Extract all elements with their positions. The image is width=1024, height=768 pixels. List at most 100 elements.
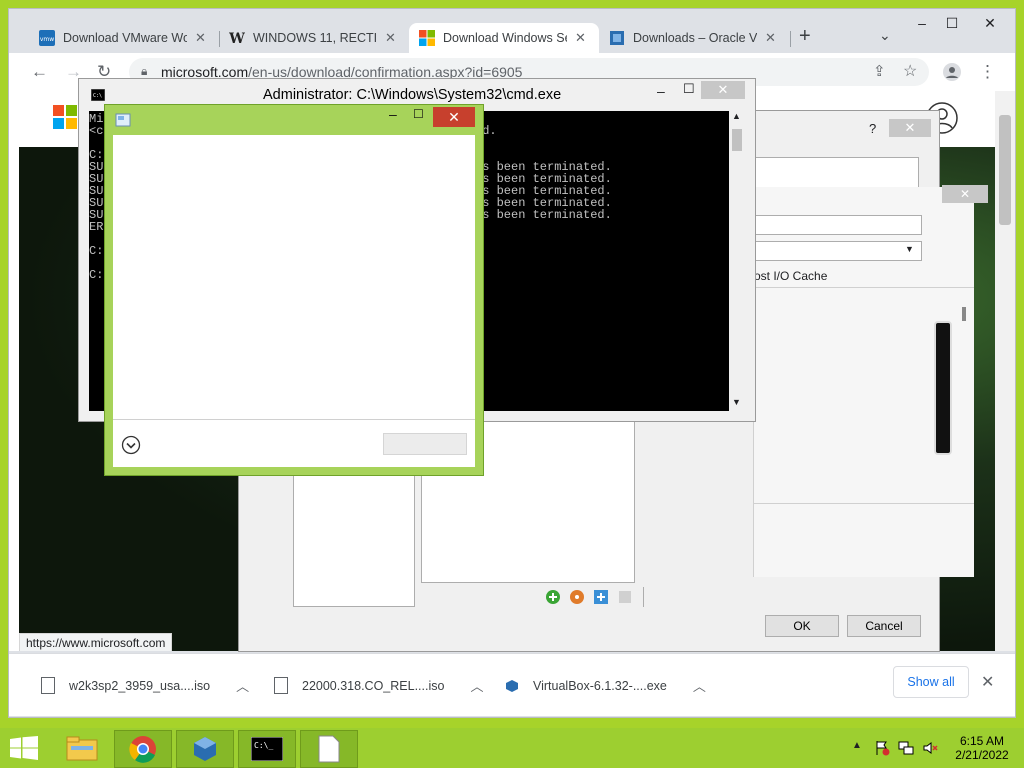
ok-button[interactable]: OK [765,615,839,637]
action-button[interactable] [383,433,467,455]
maximize-icon[interactable]: ☐ [937,13,967,33]
start-icon[interactable] [10,736,38,760]
vmware-icon: vmw [39,30,55,46]
minimize-icon[interactable]: – [657,83,665,99]
chevron-up-icon[interactable]: ︿ [693,676,706,695]
close-icon[interactable]: ✕ [575,30,586,46]
tab-title: Download VMware Wo [63,31,187,45]
svg-text:W: W [229,31,245,46]
add-disk-icon[interactable] [593,589,609,605]
remove-attachment-icon[interactable] [617,589,633,605]
action-center-flag-icon[interactable] [874,740,890,756]
clock-date: 2/21/2022 [955,748,1009,762]
volume-muted-icon[interactable] [922,740,938,756]
bookmark-star-icon[interactable]: ☆ [903,61,917,81]
chrome-taskbar-button[interactable] [114,730,172,768]
close-icon[interactable]: ✕ [433,107,475,127]
tab-windows11[interactable]: W WINDOWS 11, RECTIFIE ✕ [219,23,409,53]
preview-area [934,321,952,455]
tab-oracle-vm[interactable]: Downloads – Oracle VM ✕ [599,23,789,53]
microsoft-logo[interactable] [53,105,77,129]
close-icon[interactable]: ✕ [765,30,776,46]
dialog-body [113,135,475,467]
share-icon[interactable]: ⇪ [873,62,886,80]
lock-icon: 🔒︎ [141,64,148,78]
file-icon [274,677,288,694]
storage-devices-list[interactable] [293,475,415,607]
virtualbox-icon [610,31,624,45]
file-explorer-button[interactable] [54,730,110,766]
console-line: C: [89,244,104,258]
help-button[interactable]: ? [869,121,876,136]
storage-toolbar [545,589,633,605]
close-icon[interactable]: ✕ [195,30,206,46]
download-filename: VirtualBox-6.1.32-....exe [533,678,667,693]
close-icon[interactable]: ✕ [889,119,931,137]
show-hidden-icons[interactable]: ▲ [852,740,862,751]
chevron-up-icon[interactable]: ︿ [470,676,483,695]
taskbar: C:\_ ▲ 6:15 AM 2/21/2022 [0,728,1024,768]
divider [754,503,974,504]
controller-type-select[interactable]: ▼ [754,241,922,261]
close-icon[interactable]: ✕ [701,81,745,99]
minimize-icon[interactable]: – [907,13,937,33]
close-icon[interactable]: ✕ [942,185,988,203]
menu-icon[interactable]: ⋮ [979,62,996,82]
new-tab-icon[interactable]: + [799,25,811,48]
cmd-icon: C:\_ [251,737,283,761]
divider [113,419,475,420]
controller-name-input[interactable] [754,215,922,235]
w-logo-icon: W [229,31,245,46]
virtualbox-icon [194,737,216,761]
show-all-button[interactable]: Show all [893,666,969,698]
virtualbox-taskbar-button[interactable] [176,730,234,768]
blank-dialog: – ☐ ✕ [104,104,484,476]
blank-document-icon [318,735,340,763]
console-line-fragment: as been terminated. [475,208,612,222]
add-optical-icon[interactable] [569,589,585,605]
tab-windows-server[interactable]: Download Windows Se ✕ [409,23,599,53]
tab-title: Downloads – Oracle VM [633,31,757,45]
host-io-cache-label: ost I/O Cache [754,269,828,283]
chevron-up-icon[interactable]: ︿ [236,676,249,695]
close-icon[interactable]: ✕ [385,30,396,46]
tab-search-icon[interactable]: ⌄ [879,27,891,44]
tab-vmware[interactable]: vmw Download VMware Wo ✕ [29,23,209,53]
tab-separator [790,31,791,47]
system-clock[interactable]: 6:15 AM 2/21/2022 [952,734,1012,762]
virtualbox-icon [506,679,518,692]
cancel-button[interactable]: Cancel [847,615,921,637]
add-controller-icon[interactable] [545,589,561,605]
divider [754,287,974,288]
document-taskbar-button[interactable] [300,730,358,768]
dropdown-arrow-icon: ▼ [905,244,914,254]
scroll-down-icon[interactable]: ▼ [732,397,741,407]
maximize-icon[interactable]: ☐ [413,107,424,121]
minimize-icon[interactable]: – [389,106,397,122]
name-field[interactable] [755,157,919,189]
close-window-icon[interactable]: ✕ [975,13,1005,33]
cmd-icon: C:\ [91,89,105,101]
slider-handle[interactable] [962,307,966,321]
network-icon[interactable] [898,740,914,756]
scrollbar-thumb[interactable] [732,129,742,151]
scroll-up-icon[interactable]: ▲ [732,111,741,121]
expand-details-icon[interactable] [121,435,141,455]
profile-icon[interactable] [943,63,961,81]
svg-text:vmw: vmw [40,36,54,43]
download-item[interactable]: w2k3sp2_3959_usa....iso ︿ [41,676,249,695]
dialog-app-icon [115,113,131,127]
scrollbar-thumb[interactable] [999,115,1011,225]
maximize-icon[interactable]: ☐ [683,81,695,97]
cmd-taskbar-button[interactable]: C:\_ [238,730,296,768]
svg-text:C:\_: C:\_ [254,741,273,750]
back-icon[interactable]: ← [31,62,48,82]
download-item[interactable]: VirtualBox-6.1.32-....exe ︿ [505,676,706,695]
download-item[interactable]: 22000.318.CO_REL....iso ︿ [274,676,483,695]
console-scrollbar[interactable]: ▲ ▼ [729,111,745,411]
console-line: ER [89,220,104,234]
clock-time: 6:15 AM [959,734,1005,748]
svg-text:C:\: C:\ [93,93,102,99]
tab-title: WINDOWS 11, RECTIFIE [253,31,377,45]
close-downloads-icon[interactable]: ✕ [981,672,994,692]
